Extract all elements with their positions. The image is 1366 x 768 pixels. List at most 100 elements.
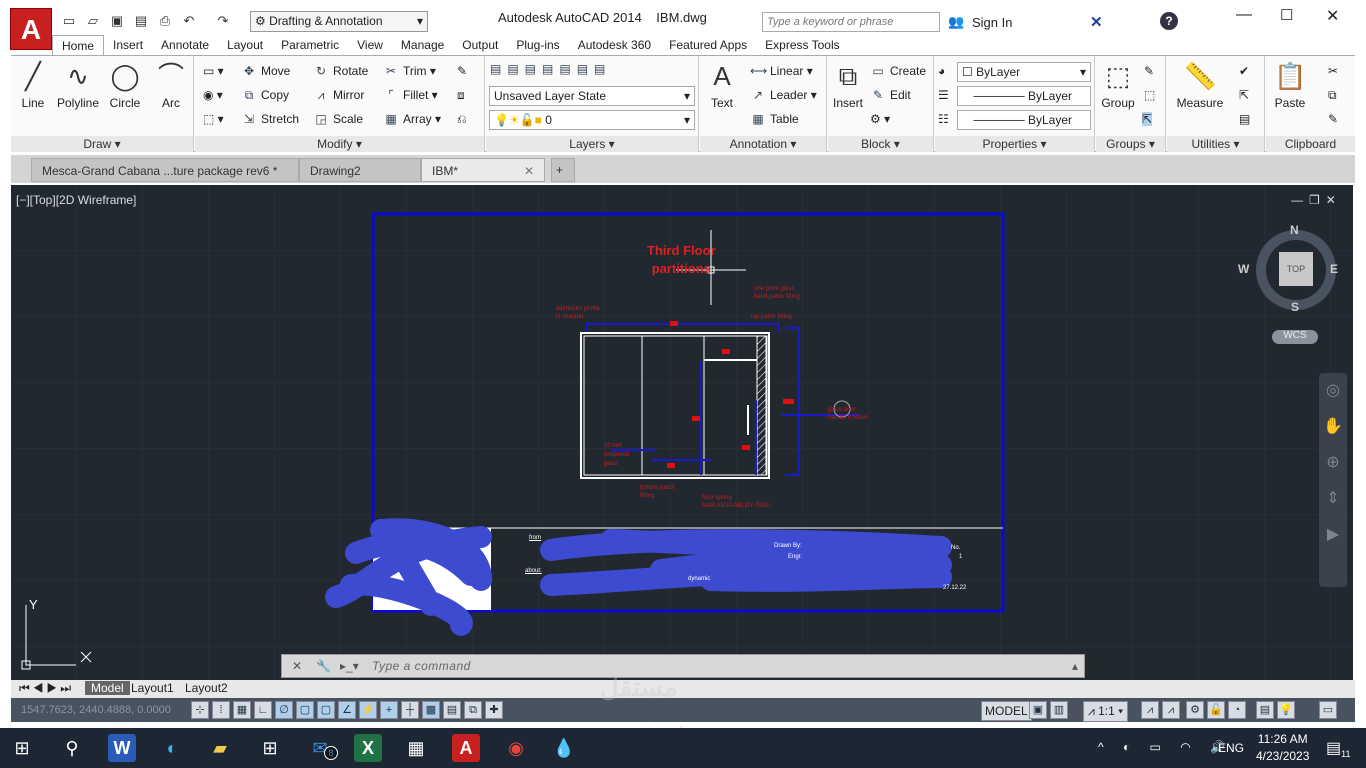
trim-button[interactable]: ✂ Trim ▾ [383,64,436,78]
tab-insert[interactable]: Insert [104,35,152,55]
region-icon[interactable]: ⬚ ▾ [203,112,224,126]
arc-button[interactable]: ⌒ Arc [153,60,189,110]
fillet-button[interactable]: ⌜ Fillet ▾ [383,88,438,102]
history-toggle[interactable]: ▴ [1072,659,1078,673]
infer-constraints[interactable]: ⊹ [191,701,209,719]
lineweight-dropdown[interactable]: ────── ByLayer [957,110,1091,130]
tab-annotate[interactable]: Annotate [152,35,218,55]
color-dropdown[interactable]: ☐ ByLayer ▾ [957,62,1091,82]
workspace-switch-icon[interactable]: ⚙ [1186,701,1204,719]
edit-block-button[interactable]: ✎ Edit [870,88,911,102]
close-icon[interactable]: ✕ [292,659,302,673]
system-tray-icons[interactable]: ^ ◐ ▭ ◠ 🔊 [1098,740,1233,754]
command-prompt-icon[interactable]: ▸_▾ [340,659,359,673]
annotation-scale[interactable]: ⩘ 1:1 ▾ [1083,701,1129,722]
panel-label[interactable]: Modify ▾ [195,136,484,152]
tab-autodesk360[interactable]: Autodesk 360 [569,35,660,55]
line-button[interactable]: ╱ Line [15,60,51,110]
polar-tracking[interactable]: ∅ [275,701,293,719]
lock-icon[interactable]: 🔓 [1207,701,1225,719]
selection-cycling[interactable]: ⧉ [464,701,482,719]
group-select-icon[interactable]: ⇱ [1142,112,1153,126]
wrench-icon[interactable]: 🔧 [316,659,331,673]
leader-button[interactable]: ↗ Leader ▾ [750,88,817,102]
annotation-monitor[interactable]: ✚ [485,701,503,719]
isolate-objects[interactable]: ▤ [1256,701,1274,719]
command-line[interactable]: ✕ 🔧 ▸_▾ Type a command ▴ [281,654,1085,678]
tab-featured-apps[interactable]: Featured Apps [660,35,756,55]
circle-button[interactable]: ◯ Circle [107,60,143,110]
workspace-dropdown[interactable]: ⚙ Drafting & Annotation ▾ [250,11,428,32]
undo-icon[interactable]: ↶ [180,12,198,30]
erase-icon[interactable]: ✎ [457,64,467,78]
new-icon[interactable]: ▭ [60,12,78,30]
model-space-button[interactable]: MODEL [981,701,1032,721]
text-button[interactable]: A Text [704,60,740,110]
measure-button[interactable]: 📏 Measure [1175,60,1225,110]
panel-label[interactable]: Annotation ▾ [700,136,826,152]
table-button[interactable]: ▦ Table [750,112,798,126]
close-tab-icon[interactable]: ✕ [524,164,534,178]
saveas-icon[interactable]: ▤ [132,12,150,30]
sign-in-button[interactable]: Sign In [972,15,1012,30]
lineweight[interactable]: ┼ [401,701,419,719]
dynamic-ucs[interactable]: ⚡ [359,701,377,719]
paint-icon[interactable]: 💧 [550,734,578,762]
panel-label[interactable]: Properties ▾ [935,136,1094,152]
insert-button[interactable]: ⧉ Insert [830,60,866,110]
tab-view[interactable]: View [348,35,392,55]
move-button[interactable]: ✥ Move [241,64,290,78]
tab-layout2[interactable]: Layout2 [179,681,234,695]
cut-icon[interactable]: ✂ [1328,64,1338,78]
match-icon[interactable]: ✎ [1328,112,1338,126]
viewport-window-controls[interactable]: —❐✕ [1291,193,1342,207]
array-button[interactable]: ▦ Array ▾ [383,112,441,126]
attribute-icon[interactable]: ⚙ ▾ [870,112,890,126]
dynamic-input[interactable]: + [380,701,398,719]
windows-start-icon[interactable]: ⊞ [8,734,36,762]
store-icon[interactable]: ⊞ [256,734,284,762]
paste-button[interactable]: 📋 Paste [1270,60,1310,110]
object-snap-tracking[interactable]: ∠ [338,701,356,719]
compass-s[interactable]: S [1291,300,1299,314]
quick-view-drawings[interactable]: ▥ [1050,701,1068,719]
transparency[interactable]: ▩ [422,701,440,719]
clock[interactable]: 11:26 AM 4/23/2023 [1256,732,1309,763]
language-indicator[interactable]: ENG [1218,741,1244,755]
tab-output[interactable]: Output [453,35,507,55]
tab-express-tools[interactable]: Express Tools [756,35,848,55]
explode-icon[interactable]: ⧈ [457,88,465,103]
tab-parametric[interactable]: Parametric [272,35,348,55]
linear-button[interactable]: ⟷ Linear ▾ [750,64,813,78]
tab-model[interactable]: Model [85,681,130,695]
ortho-mode[interactable]: ∟ [254,701,272,719]
app-menu-button[interactable]: A [10,8,52,50]
ungroup-icon[interactable]: ✎ [1144,64,1154,78]
lightbulb-icon[interactable]: 💡 [1277,701,1295,719]
snap-mode[interactable]: ⁞ [212,701,230,719]
3d-object-snap[interactable]: ▢ [317,701,335,719]
help-button[interactable]: ? [1160,12,1178,30]
search-icon[interactable]: ⚲ [58,734,86,762]
command-input[interactable]: Type a command [372,659,471,673]
maximize-button[interactable]: ☐ [1280,6,1293,24]
minimize-button[interactable]: — [1236,6,1252,24]
create-block-button[interactable]: ▭ Create [870,64,926,78]
layer-dropdown[interactable]: 💡☀🔓■ 0 ▾ [489,110,695,130]
mirror-button[interactable]: ⩘ Mirror [313,88,365,103]
panel-label[interactable]: Draw ▾ [11,136,193,152]
group-button[interactable]: ⬚ Group [1098,60,1138,110]
rectangle-icon[interactable]: ▭ ▾ [203,64,224,78]
plot-icon[interactable]: ⎙ [156,12,174,30]
grid-display[interactable]: ▦ [233,701,251,719]
open-icon[interactable]: ▱ [84,12,102,30]
linetype-dropdown[interactable]: ────── ByLayer [957,86,1091,106]
polyline-button[interactable]: ∿ Polyline [53,60,103,110]
calculator-icon[interactable]: ▤ [1239,112,1250,126]
edge-icon[interactable]: ◐ [158,734,186,762]
stretch-button[interactable]: ⇲ Stretch [241,112,299,126]
tab-home[interactable]: Home [52,35,105,55]
doc-tab-active[interactable]: IBM* ✕ [421,158,545,182]
scale-button[interactable]: ◲ Scale [313,112,363,126]
compass-n[interactable]: N [1290,223,1299,237]
